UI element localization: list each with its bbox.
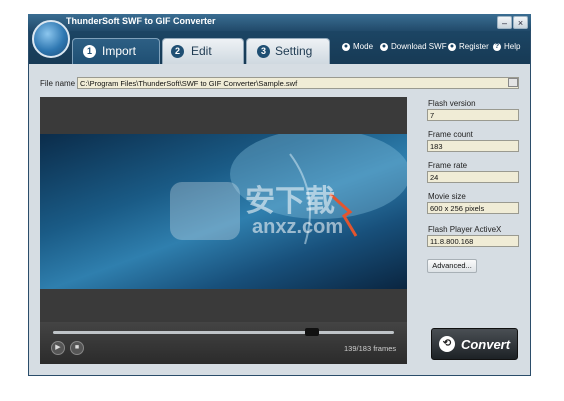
stop-button[interactable]: ■ — [70, 341, 84, 355]
flash-player-label: Flash Player ActiveX — [428, 225, 502, 234]
file-name-label: File name — [40, 79, 76, 88]
tab-number: 1 — [83, 45, 96, 58]
frame-count-value: 183 — [430, 142, 443, 151]
register-link[interactable]: ● Register — [448, 42, 489, 51]
flash-version-value: 7 — [430, 111, 435, 120]
help-icon: ? — [493, 42, 501, 51]
seek-track[interactable] — [53, 331, 394, 334]
flash-player-value: 11.8.800.168 — [430, 237, 474, 246]
movie-size-value: 600 x 256 pixels — [430, 204, 485, 213]
tab-number: 2 — [171, 45, 184, 58]
flash-player-field: 11.8.800.168 — [427, 235, 519, 247]
frame-rate-field: 24 — [427, 171, 519, 183]
seek-thumb[interactable] — [305, 328, 320, 336]
frame-count-field: 183 — [427, 140, 519, 152]
tab-label: Setting — [275, 44, 313, 58]
frame-count-label: Frame count — [428, 130, 473, 139]
tab-label: Import — [102, 44, 137, 58]
underwater-scene — [170, 134, 407, 245]
window-title: ThunderSoft SWF to GIF Converter — [66, 16, 216, 26]
tab-setting[interactable]: 3 Setting — [246, 38, 330, 64]
convert-icon: ⟲ — [438, 336, 455, 352]
download-swf-link[interactable]: ● Download SWF — [380, 42, 447, 51]
tab-edit[interactable]: 2 Edit — [162, 38, 244, 64]
close-button[interactable]: × — [513, 16, 528, 29]
file-path-text: C:\Program Files\ThunderSoft\SWF to GIF … — [80, 79, 298, 88]
app-logo — [32, 20, 70, 58]
mode-link[interactable]: ● Mode — [342, 42, 373, 51]
tab-import[interactable]: 1 Import — [72, 38, 160, 64]
frame-rate-label: Frame rate — [428, 161, 468, 170]
watermark-url: anxz.com — [252, 216, 344, 238]
flash-version-field: 7 — [427, 109, 519, 121]
flash-version-label: Flash version — [428, 99, 476, 108]
minimize-button[interactable]: – — [497, 16, 512, 29]
player-controls — [40, 322, 407, 364]
convert-label: Convert — [460, 336, 511, 352]
play-button[interactable]: ▶ — [51, 341, 65, 355]
advanced-button[interactable]: Advanced... — [427, 259, 477, 273]
help-label: Help — [504, 42, 521, 51]
convert-button[interactable]: ⟲ Convert — [431, 328, 518, 360]
tab-label: Edit — [191, 44, 212, 58]
movie-size-field: 600 x 256 pixels — [427, 202, 519, 214]
video-frame: 安下载 anxz.com — [40, 134, 407, 289]
register-icon: ● — [448, 42, 456, 51]
mode-icon: ● — [342, 42, 350, 51]
download-icon: ● — [380, 42, 388, 51]
help-link[interactable]: ? Help — [493, 42, 520, 51]
mode-label: Mode — [353, 42, 374, 51]
register-label: Register — [459, 42, 489, 51]
download-swf-label: Download SWF — [391, 42, 447, 51]
frame-counter: 139/183 frames — [344, 344, 397, 353]
frame-rate-value: 24 — [430, 173, 439, 182]
file-name-field[interactable]: C:\Program Files\ThunderSoft\SWF to GIF … — [77, 77, 519, 89]
watermark-cn: 安下载 — [245, 185, 335, 218]
browse-folder-icon[interactable] — [508, 78, 518, 87]
movie-size-label: Movie size — [428, 192, 466, 201]
tab-number: 3 — [257, 45, 270, 58]
